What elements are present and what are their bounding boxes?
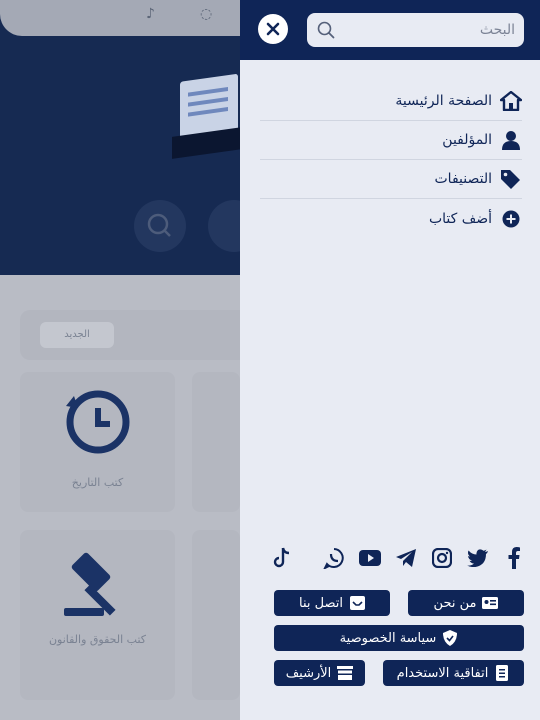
background-card	[192, 372, 240, 512]
nav-item-home[interactable]: الصفحة الرئيسية	[260, 82, 522, 121]
tags-icon	[500, 168, 522, 190]
privacy-button[interactable]: سياسة الخصوصية	[274, 625, 524, 651]
gavel-icon	[64, 552, 116, 616]
book-logo-icon	[172, 65, 242, 159]
whatsapp-icon: ◌	[200, 6, 213, 22]
background-chip: الجديد	[40, 322, 114, 348]
document-icon	[494, 665, 510, 681]
nav-item-add-book[interactable]: أضف كتاب	[260, 199, 522, 238]
archive-button[interactable]: الأرشيف	[274, 660, 365, 686]
twitter-icon[interactable]	[465, 545, 491, 571]
nav-item-authors[interactable]: المؤلفين	[260, 121, 522, 160]
nav-item-label: المؤلفين	[442, 132, 492, 148]
plus-circle-icon	[500, 208, 522, 230]
archive-icon	[337, 665, 354, 681]
background-card	[192, 530, 240, 700]
close-icon	[266, 22, 280, 36]
shield-icon	[442, 630, 458, 646]
archive-label: الأرشيف	[285, 665, 332, 681]
whatsapp-icon[interactable]	[321, 545, 347, 571]
home-icon	[500, 90, 522, 112]
youtube-icon[interactable]	[357, 545, 383, 571]
about-button[interactable]: من نحن	[408, 590, 524, 616]
privacy-label: سياسة الخصوصية	[339, 630, 437, 646]
close-button[interactable]	[258, 14, 288, 44]
instagram-icon[interactable]	[429, 545, 455, 571]
history-icon	[66, 390, 130, 454]
contact-label: اتصل بنا	[299, 595, 343, 611]
drawer-header	[240, 0, 540, 60]
nav-item-label: أضف كتاب	[428, 210, 492, 227]
nav-item-label: التصنيفات	[434, 171, 493, 187]
contact-button[interactable]: اتصل بنا	[274, 590, 390, 616]
telegram-icon[interactable]	[393, 545, 419, 571]
inbox-icon	[349, 595, 365, 611]
terms-button[interactable]: اتفاقية الاستخدام	[383, 660, 524, 686]
background-card: كتب الحقوق والقانون	[20, 530, 175, 700]
user-icon	[500, 129, 522, 151]
nav-item-label: الصفحة الرئيسية	[395, 93, 492, 109]
background-search-button	[134, 200, 186, 252]
tiktok-icon: ♪	[146, 6, 155, 22]
nav-item-categories[interactable]: التصنيفات	[260, 160, 522, 199]
background-card-label: كتب التاريخ	[71, 476, 124, 489]
background-card: كتب التاريخ	[20, 372, 175, 512]
search-icon[interactable]	[317, 21, 335, 39]
side-drawer: الصفحة الرئيسية المؤلفين التصنيفات أضف ك…	[240, 0, 540, 720]
background-card-label: كتب الحقوق والقانون	[48, 633, 147, 646]
id-card-icon	[482, 595, 499, 611]
social-links	[270, 545, 525, 571]
search-box	[307, 13, 524, 47]
about-label: من نحن	[433, 595, 477, 611]
facebook-icon[interactable]	[501, 545, 527, 571]
drawer-nav: الصفحة الرئيسية المؤلفين التصنيفات أضف ك…	[260, 82, 522, 238]
search-input[interactable]	[343, 13, 515, 47]
tiktok-icon[interactable]	[270, 545, 296, 571]
terms-label: اتفاقية الاستخدام	[396, 665, 489, 681]
